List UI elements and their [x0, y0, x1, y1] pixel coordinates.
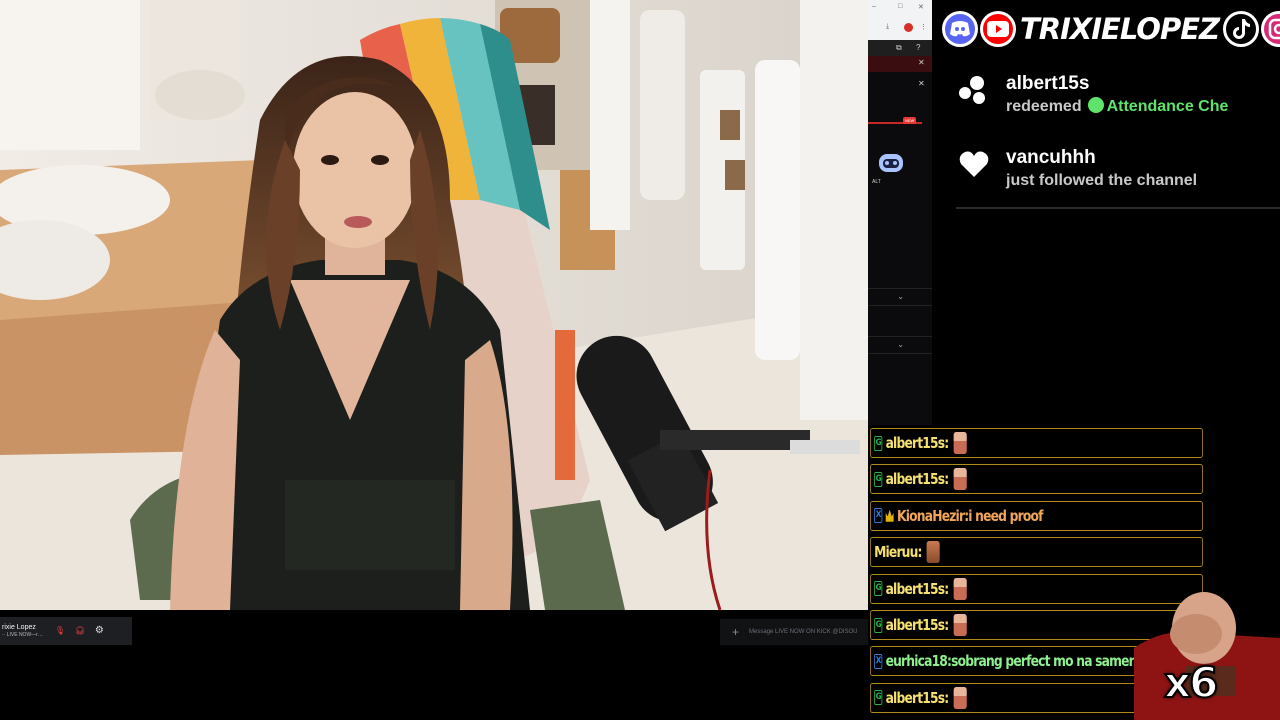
deafen-icon[interactable]: 🎧︎	[75, 626, 87, 636]
chat-emote-icon	[953, 577, 967, 600]
tiktok-icon	[1223, 11, 1260, 47]
instagram-icon	[1261, 11, 1280, 47]
reward-dot-icon	[1087, 97, 1104, 113]
discord-user-info: rixie Lopez ·· LIVE NOW—r…	[2, 624, 43, 639]
discord-username: rixie Lopez	[2, 623, 36, 631]
help-icon[interactable]: ?	[916, 43, 920, 52]
minimize-icon[interactable]: –	[872, 3, 876, 10]
multiplier: x6	[1163, 657, 1219, 708]
alert-follow: vancuhhh just followed the channel	[956, 146, 1197, 192]
chat-username: albert15s	[885, 688, 945, 707]
browser-toolbar: – □ ✕ ⤓ ⋮	[868, 0, 932, 40]
chat-username: albert15s	[885, 616, 945, 634]
chat-emote-icon	[953, 468, 967, 491]
chat-emote-icon	[953, 432, 967, 454]
chat-separator: :	[944, 470, 949, 489]
chat-badge-icon: G	[874, 690, 883, 706]
alerts-panel: albert15s redeemed Attendance Che vancuhh…	[932, 60, 1280, 220]
heart-icon	[956, 146, 992, 182]
chat-separator: :	[944, 616, 949, 634]
channel-points-icon	[956, 72, 992, 108]
add-attachment-icon[interactable]: +	[732, 625, 739, 639]
chat-badge-icon: X	[874, 653, 883, 669]
social-banner: TRIXIELOPEZ	[942, 4, 1280, 54]
chat-message: Galbert15s :	[870, 464, 1203, 495]
youtube-icon	[980, 11, 1016, 47]
browser-window-sliver: – □ ✕ ⤓ ⋮ ⧉ ? ✕ ✕ NEW ALT ⌄ ⌄	[868, 0, 932, 425]
chat-username: albert15s	[885, 470, 945, 489]
chat-badge-icon: G	[874, 617, 883, 633]
message-placeholder: Message LIVE NOW ON KICK @DISOU	[749, 629, 858, 635]
close-notification-icon[interactable]: ✕	[918, 58, 925, 67]
message-input[interactable]: + Message LIVE NOW ON KICK @DISOU	[720, 619, 868, 645]
alert-redeem: albert15s redeemed Attendance Che	[956, 72, 1228, 118]
streamer-name: TRIXIELOPEZ	[1019, 11, 1221, 47]
chat-username: albert15s	[885, 434, 945, 452]
mute-mic-icon[interactable]: 🎙︎	[55, 626, 67, 636]
download-icon[interactable]: ⤓	[886, 23, 889, 31]
chat-message: Galbert15s :	[870, 428, 1203, 458]
chat-emote-icon	[953, 686, 967, 709]
alert-text: redeemed Attendance Che	[1006, 97, 1229, 115]
chat-username: KionaHezir	[897, 506, 965, 525]
chat-emote-icon	[953, 614, 967, 636]
chat-emote-icon	[926, 541, 940, 564]
alert-divider	[956, 207, 1280, 209]
discord-status: ·· LIVE NOW—r…	[2, 631, 43, 638]
chat-username: Mieruu	[874, 543, 918, 562]
picture-in-picture-icon[interactable]: ⧉	[896, 43, 902, 53]
chat-separator: :	[944, 434, 949, 452]
second-row: ✕	[868, 76, 932, 92]
alert-text: just followed the channel	[1006, 172, 1198, 189]
chat-badge-icon: X	[874, 508, 883, 524]
dropdown-2[interactable]: ⌄	[868, 336, 932, 354]
discord-icon	[942, 11, 978, 47]
chat-text: i need proof	[968, 506, 1043, 525]
dropdown-1[interactable]: ⌄	[868, 288, 932, 306]
notification-row: ✕	[868, 56, 932, 72]
settings-gear-icon[interactable]: ⚙	[95, 626, 107, 636]
webcam-feed	[0, 0, 868, 610]
close-row-icon[interactable]: ✕	[918, 79, 925, 88]
chat-separator: :	[944, 688, 949, 707]
chat-separator: :	[917, 543, 923, 562]
webcam-scene	[0, 0, 868, 610]
maximize-icon[interactable]: □	[898, 3, 902, 10]
robot-label: ALT	[872, 179, 881, 185]
discord-user-panel[interactable]: rixie Lopez ·· LIVE NOW—r… 🎙︎ 🎧︎ ⚙	[0, 617, 132, 645]
chat-separator: :	[944, 579, 949, 598]
menu-icon[interactable]: ⋮	[920, 23, 927, 31]
record-icon[interactable]	[904, 23, 913, 32]
chat-username: albert15s	[885, 579, 945, 598]
chat-badge-icon: G	[874, 471, 883, 487]
chat-username: eurhica18	[885, 652, 948, 671]
browser-tab-row: ⧉ ?	[868, 40, 932, 56]
chat-message: X KionaHezir : i need proof	[870, 500, 1203, 531]
chat-badge-icon: G	[874, 581, 883, 597]
alert-user: vancuhhh	[1006, 147, 1096, 168]
new-badge: NEW	[903, 117, 917, 124]
facepalm-meme: x6	[1134, 588, 1280, 720]
alert-user: albert15s	[1006, 73, 1090, 94]
chat-message: Mieruu :	[870, 537, 1203, 568]
chat-badge-icon: G	[874, 435, 883, 451]
crown-badge-icon	[885, 509, 894, 522]
close-window-icon[interactable]: ✕	[918, 3, 924, 11]
